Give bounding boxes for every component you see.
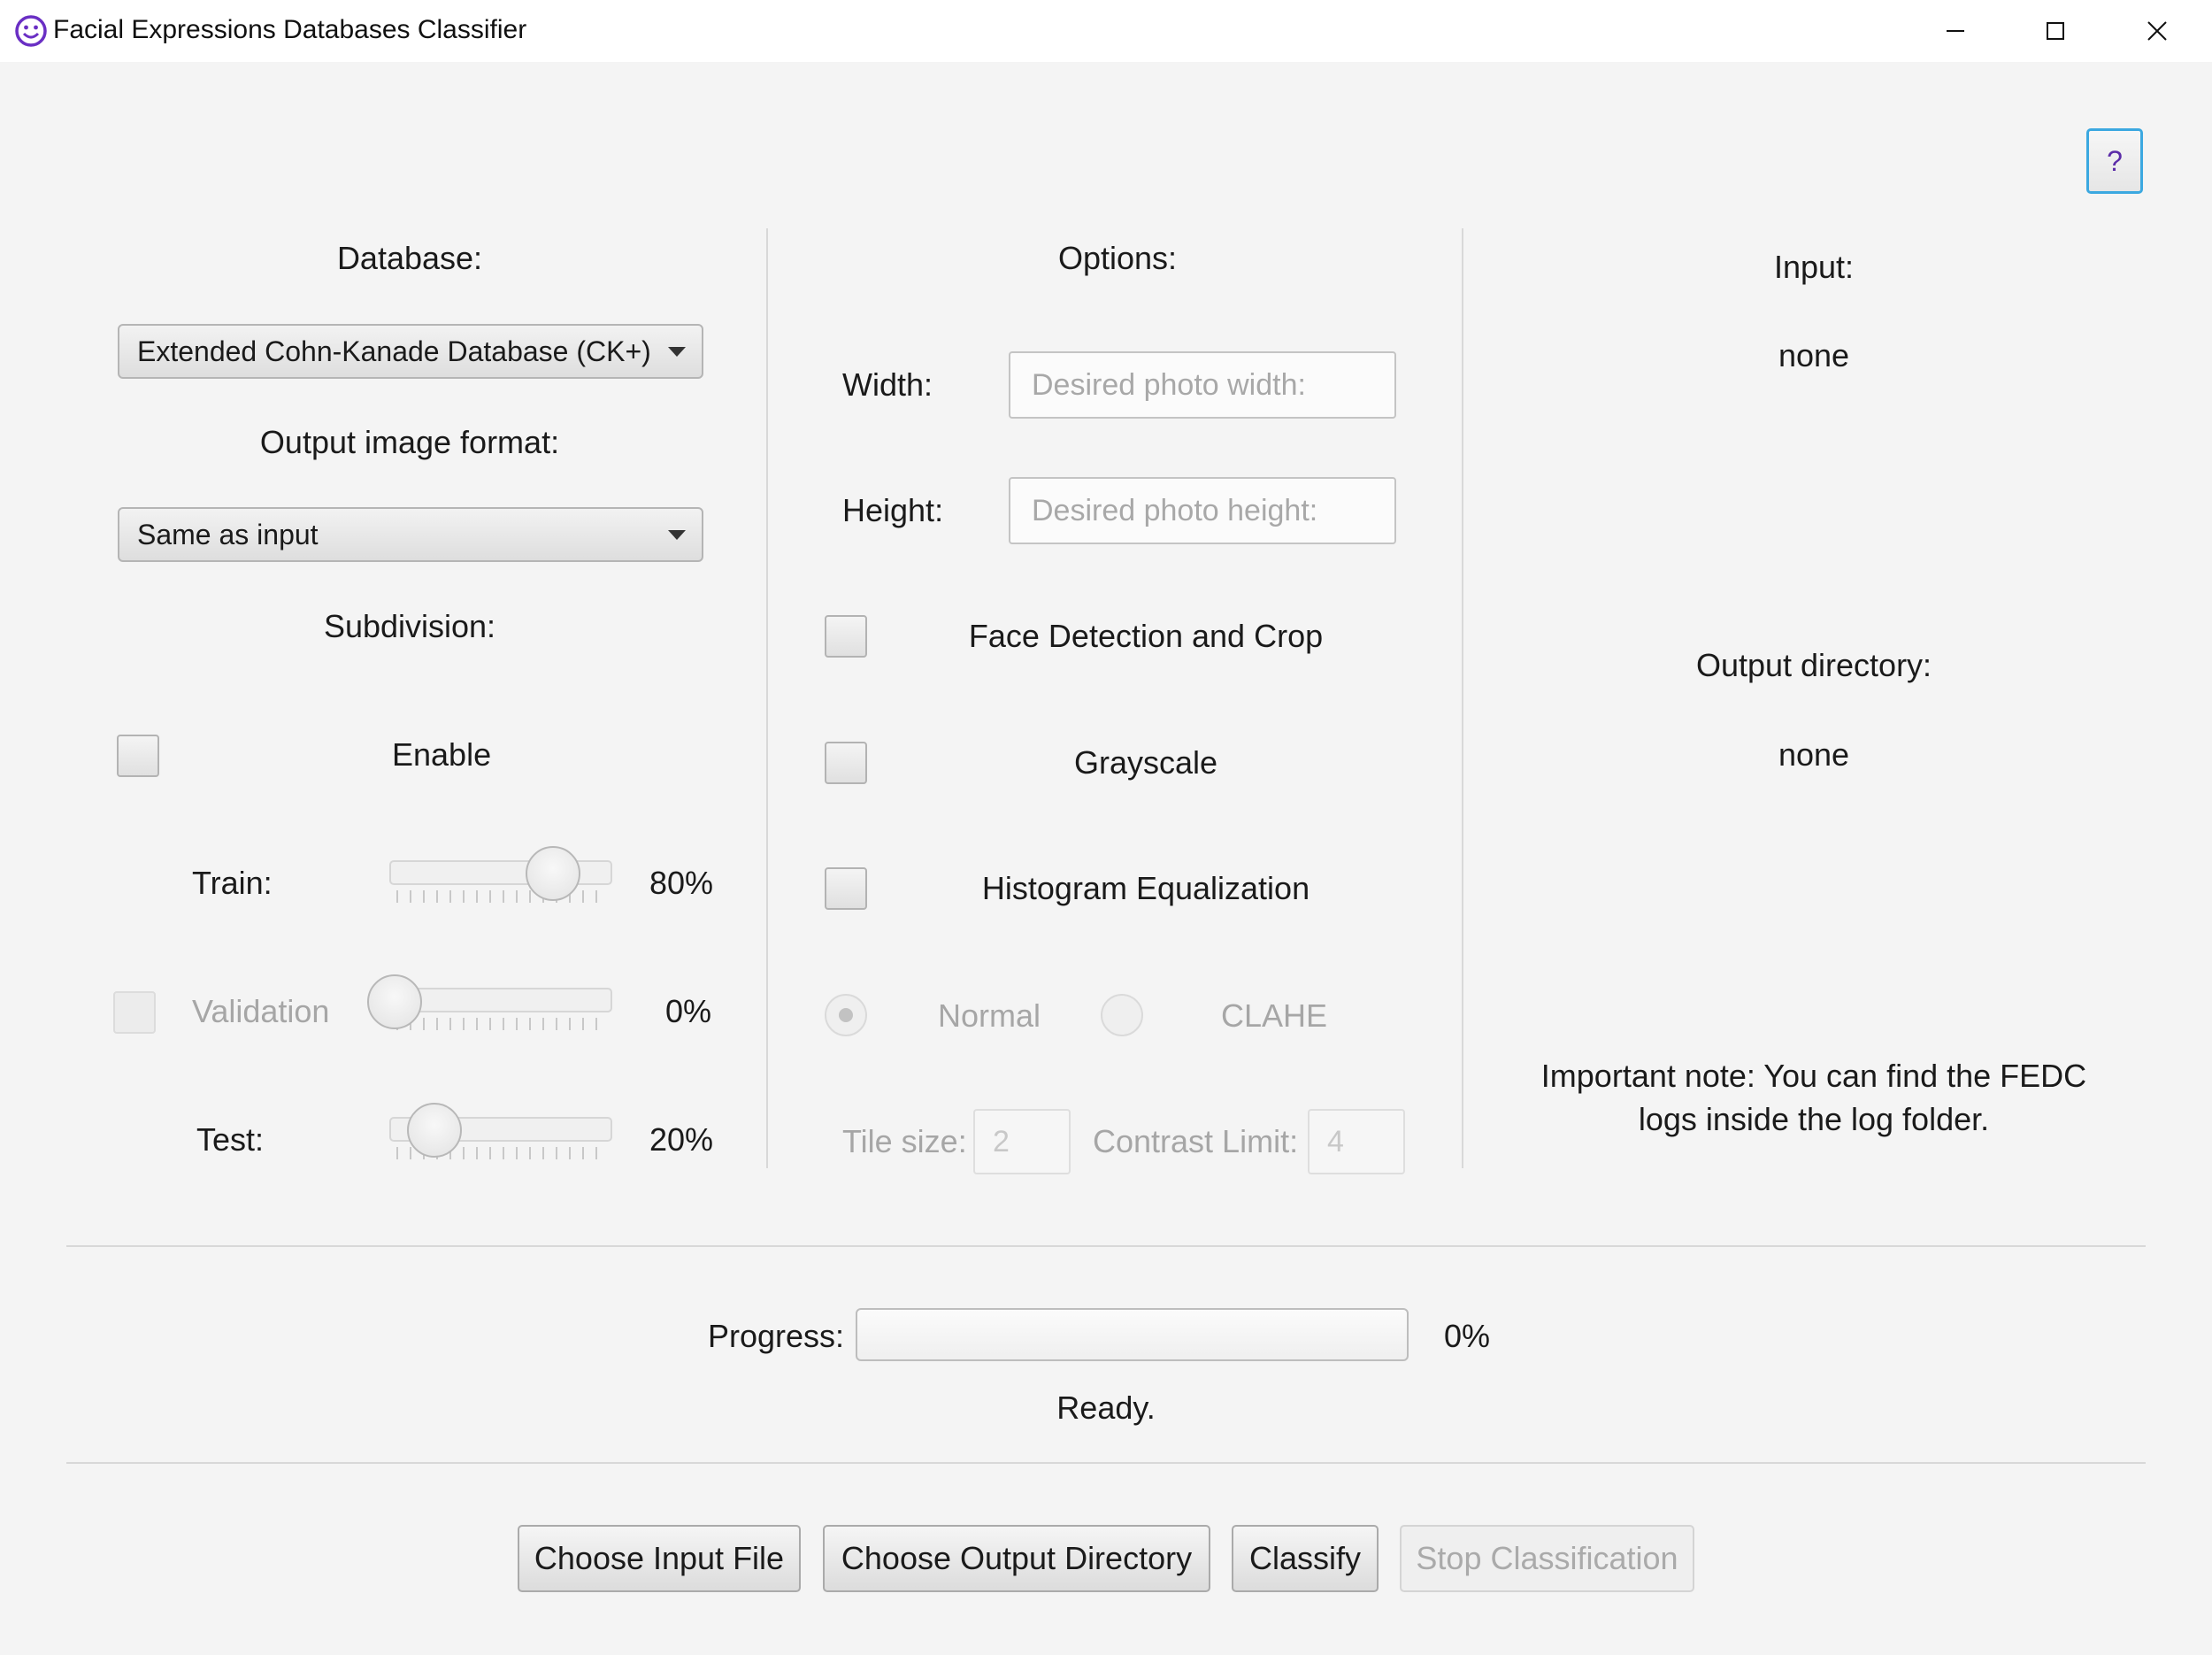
- height-label: Height:: [842, 492, 944, 528]
- train-value: 80%: [649, 865, 714, 901]
- progress-bar: [856, 1308, 1409, 1361]
- clahe-radio[interactable]: [1101, 994, 1143, 1036]
- output-directory-label: Output directory:: [1695, 647, 1932, 683]
- test-slider-thumb[interactable]: [406, 1103, 462, 1158]
- normal-radio[interactable]: [825, 994, 867, 1036]
- options-label: Options:: [1057, 240, 1178, 276]
- maximize-button[interactable]: [2016, 9, 2095, 53]
- width-label: Width:: [842, 366, 933, 403]
- minimize-button[interactable]: [1916, 9, 1995, 53]
- window-title: Facial Expressions Databases Classifier: [53, 15, 527, 44]
- validation-value: 0%: [665, 993, 712, 1029]
- separator-top: [66, 1245, 2146, 1247]
- height-input[interactable]: Desired photo height:: [1009, 477, 1396, 544]
- contrast-limit-input[interactable]: 4: [1308, 1109, 1405, 1174]
- validation-slider-thumb[interactable]: [367, 974, 422, 1029]
- grayscale-label: Grayscale: [1073, 744, 1218, 781]
- output-format-label: Output image format:: [259, 424, 560, 460]
- test-value: 20%: [649, 1121, 714, 1158]
- smiley-face-icon: [15, 15, 47, 47]
- grayscale-checkbox[interactable]: [825, 742, 867, 784]
- choose-output-directory-button[interactable]: Choose Output Directory: [823, 1525, 1210, 1592]
- width-input[interactable]: Desired photo width:: [1009, 351, 1396, 419]
- validation-checkbox[interactable]: [113, 991, 156, 1034]
- choose-input-file-button[interactable]: Choose Input File: [518, 1525, 801, 1592]
- train-slider-ticks: [396, 890, 609, 903]
- clahe-label: CLAHE: [1221, 997, 1328, 1034]
- status-text: Ready.: [1056, 1389, 1156, 1426]
- validation-slider-track[interactable]: [389, 988, 612, 1012]
- train-label: Train:: [192, 865, 273, 901]
- input-label: Input:: [1773, 249, 1855, 285]
- classify-button[interactable]: Classify: [1232, 1525, 1379, 1592]
- note-line-1: Important note: You can find the FEDC: [1540, 1058, 2087, 1094]
- minimize-icon: [1947, 30, 1964, 32]
- histogram-equalization-checkbox[interactable]: [825, 867, 867, 910]
- output-directory-path: none: [1778, 736, 1850, 773]
- validation-slider-ticks: [396, 1018, 609, 1030]
- histogram-equalization-label: Histogram Equalization: [981, 870, 1310, 906]
- output-format-selected-value: Same as input: [137, 518, 319, 550]
- note-line-2: logs inside the log folder.: [1638, 1101, 1990, 1137]
- face-detection-label: Face Detection and Crop: [968, 618, 1324, 654]
- validation-label: Validation: [192, 993, 330, 1029]
- help-button[interactable]: ?: [2086, 128, 2143, 194]
- maximize-icon: [2047, 22, 2064, 40]
- contrast-limit-label: Contrast Limit:: [1093, 1123, 1299, 1159]
- normal-label: Normal: [938, 997, 1041, 1034]
- train-slider-thumb[interactable]: [526, 846, 581, 901]
- output-format-select[interactable]: Same as input: [118, 507, 703, 562]
- database-label: Database:: [336, 240, 483, 276]
- tile-size-label: Tile size:: [842, 1123, 967, 1159]
- subdivision-label: Subdivision:: [323, 608, 496, 644]
- stop-classification-button[interactable]: Stop Classification: [1400, 1525, 1694, 1592]
- tile-size-input[interactable]: 2: [973, 1109, 1071, 1174]
- close-icon: [2147, 21, 2167, 41]
- database-selected-value: Extended Cohn-Kanade Database (CK+): [137, 335, 651, 367]
- database-select[interactable]: Extended Cohn-Kanade Database (CK+): [118, 324, 703, 379]
- test-label: Test:: [196, 1121, 265, 1158]
- progress-percent: 0%: [1444, 1318, 1491, 1354]
- input-path: none: [1778, 337, 1850, 373]
- enable-subdivision-checkbox[interactable]: [117, 735, 159, 777]
- radio-selected-dot: [839, 1008, 853, 1022]
- enable-label: Enable: [392, 736, 492, 773]
- column-separator-right: [1462, 228, 1463, 1168]
- close-button[interactable]: [2117, 9, 2197, 53]
- chevron-down-icon: [668, 530, 686, 540]
- chevron-down-icon: [668, 347, 686, 357]
- separator-bottom: [66, 1462, 2146, 1464]
- progress-label: Progress:: [708, 1318, 845, 1354]
- face-detection-checkbox[interactable]: [825, 615, 867, 658]
- column-separator-left: [766, 228, 768, 1168]
